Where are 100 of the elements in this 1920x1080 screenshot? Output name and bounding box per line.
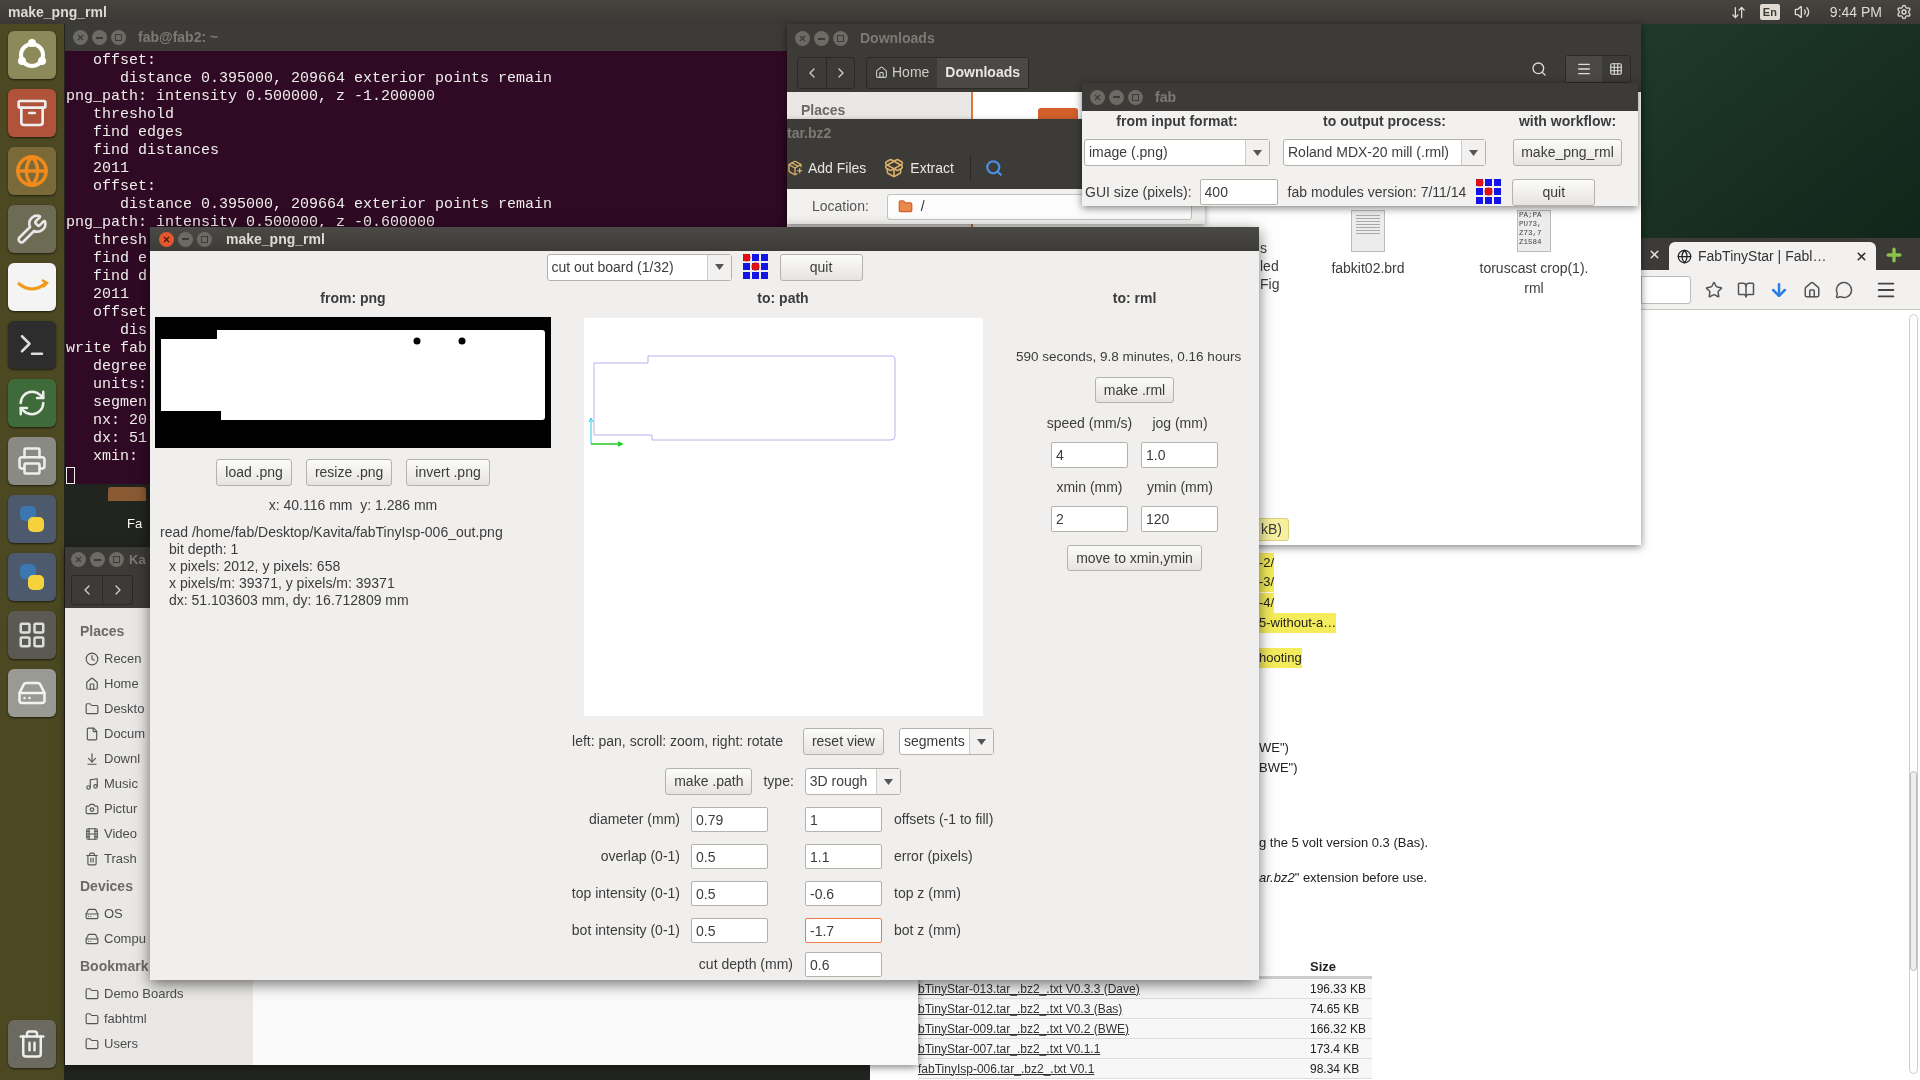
display-dropdown[interactable]: segments [898,728,994,755]
minimize-button[interactable] [814,31,829,46]
workflow-button[interactable]: make_png_rml [1513,139,1622,166]
sidebar-item[interactable]: Pictur [85,798,138,819]
parameter-field[interactable]: 1 [805,807,882,832]
file-item[interactable]: fabkit02.brd [1303,210,1433,298]
maximize-button[interactable] [1128,89,1143,105]
minimize-button[interactable] [90,552,105,567]
parameter-label: overlap (0-1) [599,847,680,866]
close-button[interactable] [71,552,86,567]
maximize-icon [1132,93,1139,101]
chat-icon[interactable] [1835,280,1853,299]
parameter-field[interactable]: 120 [1141,506,1218,532]
close-button[interactable] [795,31,810,46]
launcher-item[interactable] [8,379,56,427]
close-tab-icon[interactable] [1648,248,1661,261]
parameter-field[interactable]: 0.5 [691,881,768,906]
image-action-button[interactable]: resize .png [305,459,393,486]
network-icon[interactable] [1730,4,1746,20]
file-link[interactable]: bTinyStar-007.tar_.bz2_.txt V0.1.1 [918,1041,1101,1056]
parameter-field[interactable]: 4 [1051,442,1128,468]
reset-view-button[interactable]: reset view [802,728,884,755]
minimize-button[interactable] [92,30,107,45]
image-action-button[interactable]: invert .png [406,459,490,486]
parameter-field[interactable]: 1.0 [1141,442,1218,468]
settings-icon[interactable] [1896,4,1912,20]
gui-size-field[interactable]: 400 [1199,179,1278,205]
add-files-button[interactable]: Add Files [787,157,867,179]
sidebar-item[interactable]: Compu [85,928,146,949]
address-field[interactable] [1641,275,1691,304]
maximize-button[interactable] [833,31,848,46]
image-action-button[interactable]: load .png [216,459,292,486]
mode-dropdown[interactable]: cut out board (1/32) [546,253,732,281]
sidebar-item[interactable]: Users [85,1033,138,1054]
terminal-line: find distances [92,142,220,160]
input-format-dropdown[interactable]: image (.png) [1084,139,1270,166]
volume-icon[interactable] [1793,4,1810,20]
launcher-item[interactable] [8,553,56,601]
sidebar-item[interactable]: OS [85,903,123,924]
page-text: WE") [1259,739,1289,757]
maximize-button[interactable] [109,552,124,567]
sidebar-item[interactable]: Home [85,673,139,694]
close-tab-icon[interactable] [1855,249,1868,263]
file-link[interactable]: bTinyStar-009.tar_.bz2_.txt V0.2 (BWE) [918,1021,1129,1036]
launcher-item[interactable] [8,611,56,659]
close-button[interactable] [159,231,174,247]
star-icon[interactable] [1705,280,1723,299]
column-label: to output process: [1322,111,1447,131]
search-icon[interactable] [984,159,1003,177]
parameter-field[interactable]: -1.7 [805,918,882,943]
sidebar-item[interactable]: Deskto [85,698,145,719]
quit-button[interactable]: quit [1512,178,1596,206]
new-tab-icon[interactable] [1884,245,1904,265]
minimize-button[interactable] [1109,89,1124,105]
keyboard-indicator[interactable]: En [1759,3,1780,21]
launcher-item[interactable] [8,1020,56,1068]
sidebar-item[interactable]: Docum [85,723,146,744]
parameter-field[interactable]: 1.1 [805,844,882,869]
file-link[interactable]: bTinyStar-013.tar_.bz2_.txt V0.3.3 (Dave) [918,981,1140,996]
quit-button[interactable]: quit [779,253,863,281]
maximize-button[interactable] [197,231,212,247]
minimize-button[interactable] [178,231,193,247]
file-link[interactable]: bTinyStar-012.tar_.bz2_.txt V0.3 (Bas) [918,1001,1123,1016]
launcher-item[interactable] [8,205,56,253]
make-path-button[interactable]: make .path [665,768,753,795]
launcher-item[interactable] [8,495,56,543]
sidebar-item[interactable]: Music [85,773,138,794]
sidebar-item[interactable]: fabhtml [85,1008,147,1029]
path-button[interactable]: Home [867,57,938,88]
parameter-field[interactable]: 2 [1051,506,1128,532]
sidebar-item[interactable]: Video [85,823,137,844]
parameter-field[interactable]: 0.5 [691,918,768,943]
move-button[interactable]: move to xmin,ymin [1067,545,1202,571]
sidebar-item[interactable]: Demo Boards [85,983,184,1004]
clock[interactable]: 9:44 PM [1829,1,1882,23]
browser-tab[interactable]: FabTinyStar | Fabl… [1669,242,1876,270]
launcher-item[interactable] [8,321,56,369]
parameter-field[interactable]: -0.6 [805,881,882,906]
sidebar-item[interactable]: Downl [85,748,141,769]
list-icon [1576,61,1592,77]
sidebar-item[interactable]: Recen [85,648,142,669]
file-link[interactable]: fabTinyIsp-006.tar_.bz2_.txt V0.1 [918,1061,1095,1076]
list-view-button[interactable] [1566,56,1602,82]
close-button[interactable] [73,30,88,45]
reading-list-icon[interactable] [1737,280,1755,299]
type-dropdown[interactable]: 3D rough [804,768,901,795]
extract-button[interactable]: Extract [884,157,954,179]
close-button[interactable] [1090,89,1105,105]
home-icon[interactable] [1803,280,1821,299]
parameter-field[interactable]: 0.6 [805,952,882,977]
parameter-field[interactable]: 0.5 [691,844,768,869]
parameter-field[interactable]: 0.79 [691,807,768,832]
make-rml-button[interactable]: make .rml [1094,377,1175,403]
launcher-item[interactable] [8,89,56,137]
output-process-dropdown[interactable]: Roland MDX-20 mill (.rml) [1283,139,1486,166]
sidebar-item[interactable]: Trash [85,848,137,869]
maximize-button[interactable] [111,30,126,45]
text-fragment: s [1260,239,1267,258]
path-button[interactable]: Downloads [937,57,1029,88]
sidebar-heading: Places [800,101,847,120]
